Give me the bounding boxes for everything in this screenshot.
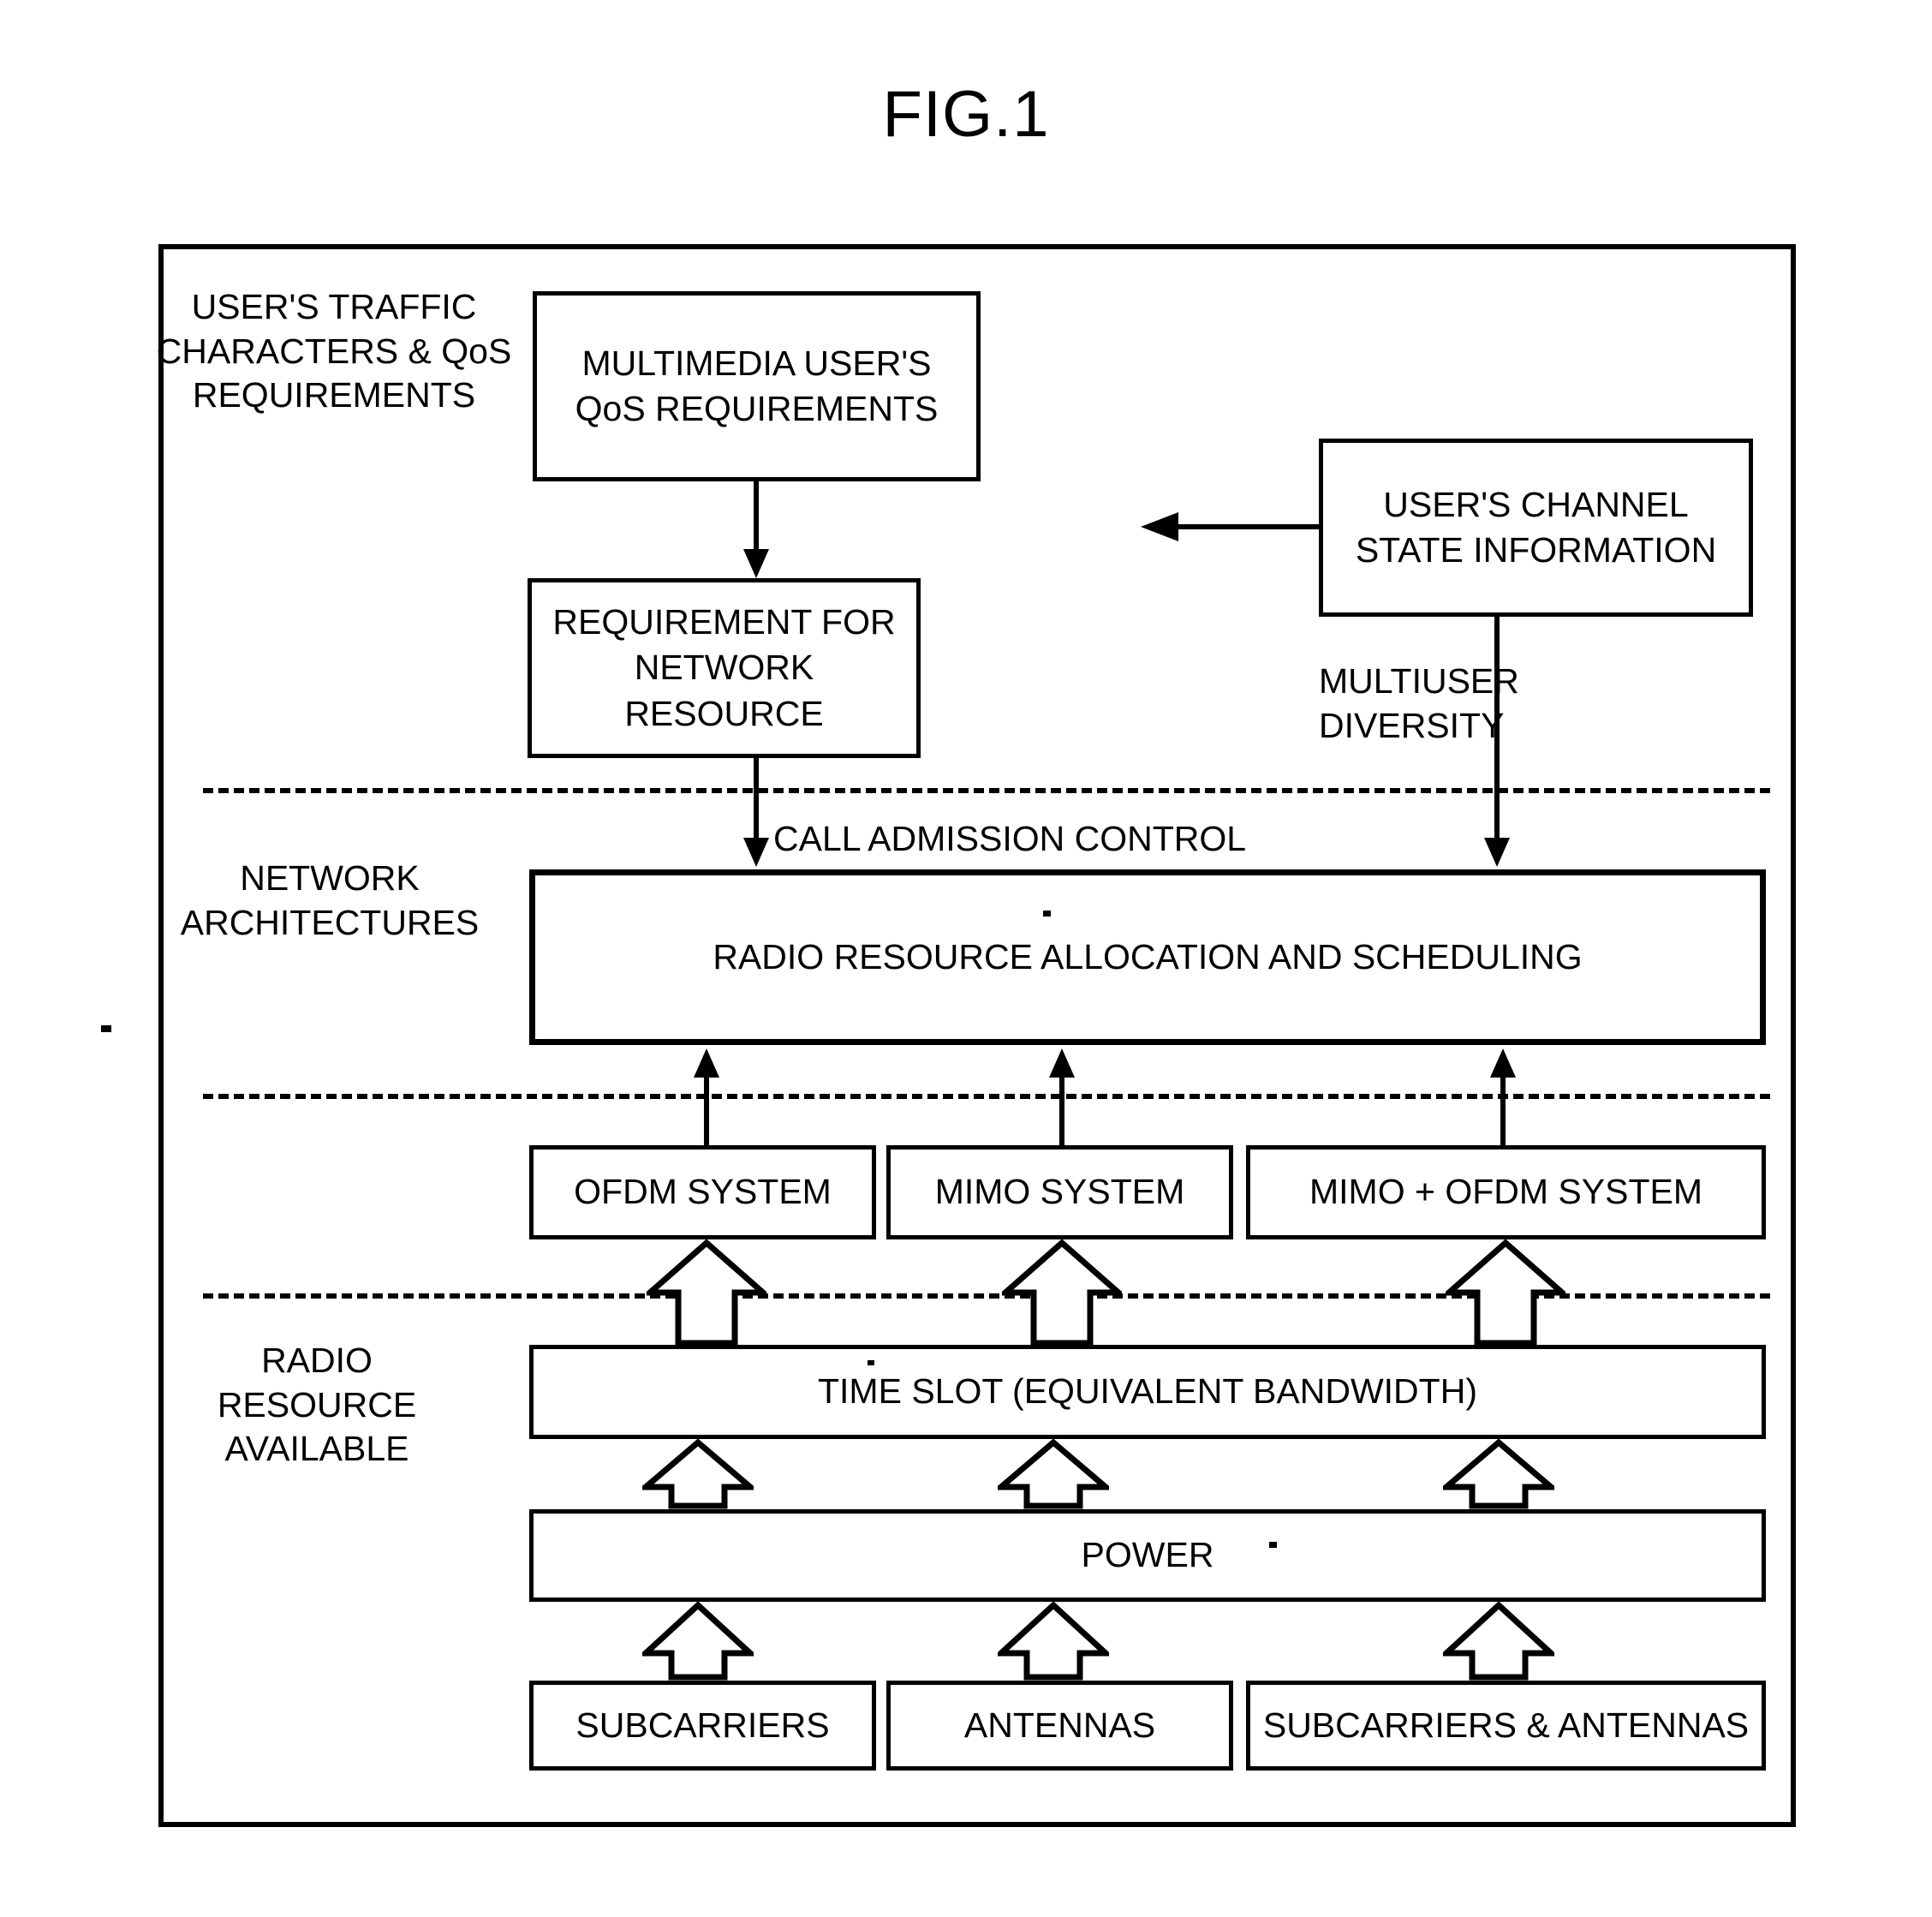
box-requirement-for-network-resource[interactable]: REQUIREMENT FOR NETWORK RESOURCE (528, 578, 921, 758)
block-arrow-timeslot-to-mimo (1002, 1239, 1122, 1347)
arrowhead-ofdm-to-allocation (694, 1048, 719, 1078)
scan-speck (1043, 911, 1051, 917)
arrowhead-multimedia-to-requirement (743, 549, 769, 578)
arrowhead-mimo-ofdm-to-allocation (1490, 1048, 1516, 1078)
block-arrow-subcarriers-to-power (642, 1602, 754, 1681)
block-arrow-timeslot-to-ofdm (647, 1239, 766, 1347)
box-radio-resource-allocation-and-scheduling[interactable]: RADIO RESOURCE ALLOCATION AND SCHEDULING (529, 869, 1766, 1045)
separator-dashed-top (203, 788, 1770, 793)
box-mimo-system[interactable]: MIMO SYSTEM (886, 1145, 1233, 1239)
box-time-slot[interactable]: TIME SLOT (EQUIVALENT BANDWIDTH) (529, 1345, 1766, 1439)
annotation-multiuser-diversity: MULTIUSER DIVERSITY (1319, 661, 1519, 745)
arrowhead-channel-state-left (1141, 512, 1178, 541)
box-subcarriers[interactable]: SUBCARRIERS (529, 1681, 876, 1771)
scan-speck (868, 1360, 874, 1365)
block-arrow-antennas-to-power (998, 1602, 1109, 1681)
box-ofdm-system[interactable]: OFDM SYSTEM (529, 1145, 876, 1239)
box-power[interactable]: POWER (529, 1509, 1766, 1602)
arrowhead-channel-state-to-allocation (1484, 838, 1510, 867)
separator-dashed-middle (203, 1094, 1770, 1099)
scan-speck (1269, 1542, 1277, 1548)
figure-canvas: FIG.1 USER'S TRAFFIC CHARACTERS & QoS RE… (0, 0, 1932, 1917)
figure-title: FIG.1 (882, 78, 1050, 151)
section-label-users-traffic: USER'S TRAFFIC CHARACTERS & QoS REQUIREM… (156, 287, 512, 415)
connector-requirement-to-allocation (754, 758, 759, 840)
annotation-call-admission-control: CALL ADMISSION CONTROL (773, 819, 1247, 858)
section-label-radio-resource-available: RADIO RESOURCE AVAILABLE (217, 1341, 417, 1469)
arrowhead-requirement-to-allocation (743, 838, 769, 867)
box-user-channel-state-information[interactable]: USER'S CHANNEL STATE INFORMATION (1319, 439, 1753, 617)
box-multimedia-qos-requirements[interactable]: MULTIMEDIA USER'S QoS REQUIREMENTS (533, 291, 981, 481)
arrowhead-mimo-to-allocation (1049, 1048, 1075, 1078)
box-subcarriers-and-antennas[interactable]: SUBCARRIERS & ANTENNAS (1246, 1681, 1766, 1771)
block-arrow-subcarriers-antennas-to-power (1443, 1602, 1554, 1681)
connector-multimedia-to-requirement (754, 481, 759, 553)
scan-speck (101, 1025, 111, 1032)
connector-channel-state-left (1178, 524, 1322, 529)
block-arrow-power-to-timeslot-center (998, 1439, 1109, 1509)
box-mimo-ofdm-system[interactable]: MIMO + OFDM SYSTEM (1246, 1145, 1766, 1239)
block-arrow-power-to-timeslot-right (1443, 1439, 1554, 1509)
block-arrow-power-to-timeslot-left (642, 1439, 754, 1509)
box-antennas[interactable]: ANTENNAS (886, 1681, 1233, 1771)
section-label-network-architectures: NETWORK ARCHITECTURES (180, 858, 480, 942)
block-arrow-timeslot-to-mimo-ofdm (1446, 1239, 1565, 1347)
